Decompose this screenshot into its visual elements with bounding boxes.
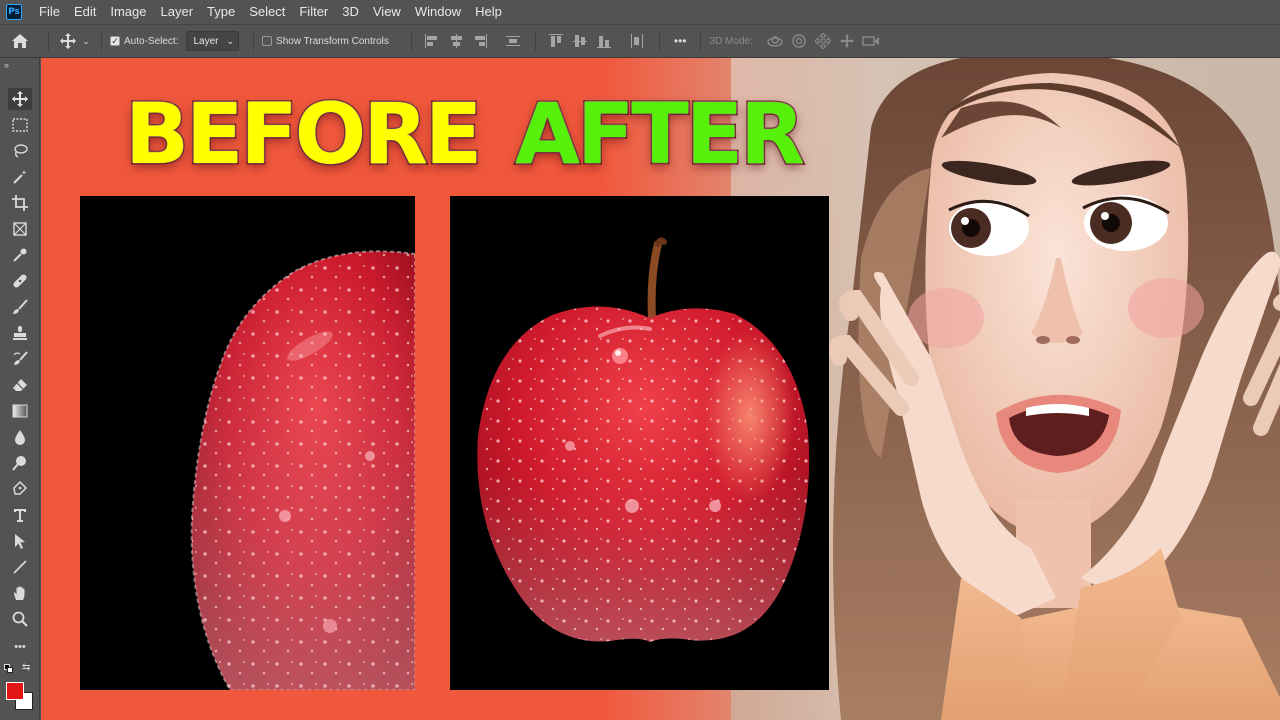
crop-icon[interactable]	[8, 192, 32, 214]
auto-select-dropdown[interactable]: Layer ⌄	[186, 31, 240, 51]
menu-help[interactable]: Help	[468, 0, 509, 24]
separator	[658, 30, 660, 52]
orbit-3d-icon[interactable]	[763, 33, 787, 49]
document-canvas[interactable]: BEFORE AFTER	[41, 58, 1280, 720]
menu-layer[interactable]: Layer	[154, 0, 201, 24]
separator	[253, 30, 255, 52]
rectangular-marquee-icon[interactable]	[8, 114, 32, 136]
pan-3d-icon[interactable]	[811, 33, 835, 49]
menu-select[interactable]: Select	[242, 0, 292, 24]
slide-3d-icon[interactable]	[835, 33, 859, 49]
chevron-down-icon[interactable]: ⌄	[79, 36, 93, 47]
collapse-panel-button[interactable]: »	[4, 60, 9, 70]
clean-apple-image	[477, 237, 810, 642]
show-transform-checkbox[interactable]	[262, 36, 273, 46]
scale-3d-icon[interactable]	[859, 34, 883, 48]
foreground-color-swatch[interactable]	[6, 682, 24, 700]
separator	[48, 30, 49, 52]
auto-select-checkbox[interactable]: ✓	[110, 36, 120, 46]
healing-brush-icon[interactable]	[8, 270, 32, 292]
align-vertical-centers-icon[interactable]	[571, 32, 589, 50]
after-image-panel	[450, 196, 829, 690]
show-transform-label: Show Transform Controls	[276, 35, 389, 47]
distribute-horizontal-icon[interactable]	[628, 32, 646, 50]
separator	[700, 30, 702, 52]
align-bottom-edges-icon[interactable]	[595, 32, 613, 50]
auto-select-label: Auto-Select:	[124, 35, 179, 47]
edit-toolbar-button[interactable]: •••	[8, 636, 32, 658]
dodge-icon[interactable]	[8, 452, 32, 474]
swap-colors-icon[interactable]: ⇆	[22, 662, 30, 673]
home-icon[interactable]	[0, 33, 40, 49]
gradient-icon[interactable]	[8, 400, 32, 422]
pen-icon[interactable]	[8, 478, 32, 500]
menu-filter[interactable]: Filter	[292, 0, 335, 24]
separator	[534, 30, 536, 52]
before-image-panel	[80, 196, 415, 690]
menu-file[interactable]: File	[32, 0, 67, 24]
photoshop-logo-icon[interactable]: Ps	[6, 4, 22, 20]
move-tool-icon[interactable]	[57, 33, 79, 49]
move-tool-icon[interactable]	[8, 88, 32, 110]
align-right-edges-icon[interactable]	[471, 32, 489, 50]
align-horizontal-centers-icon[interactable]	[447, 32, 465, 50]
photoshop-window: Ps File Edit Image Layer Type Select Fil…	[0, 0, 1280, 720]
color-swatches: ⇆	[4, 662, 38, 714]
menu-view[interactable]: View	[366, 0, 408, 24]
lasso-icon[interactable]	[8, 140, 32, 162]
3d-mode-label: 3D Mode:	[709, 35, 753, 47]
eraser-icon[interactable]	[8, 374, 32, 396]
clone-stamp-icon[interactable]	[8, 322, 32, 344]
magic-wand-icon[interactable]	[8, 166, 32, 188]
menu-type[interactable]: Type	[200, 0, 242, 24]
history-brush-icon[interactable]	[8, 348, 32, 370]
zoom-icon[interactable]	[8, 608, 32, 630]
menu-edit[interactable]: Edit	[67, 0, 103, 24]
after-heading: AFTER	[514, 85, 807, 183]
separator	[101, 30, 102, 52]
menu-3d[interactable]: 3D	[335, 0, 366, 24]
before-heading: BEFORE	[123, 85, 483, 183]
menu-window[interactable]: Window	[408, 0, 468, 24]
frame-icon[interactable]	[8, 218, 32, 240]
type-tool-icon[interactable]	[8, 504, 32, 526]
surprised-woman-image	[828, 58, 1280, 720]
path-selection-icon[interactable]	[8, 530, 32, 552]
align-top-edges-icon[interactable]	[547, 32, 565, 50]
roll-3d-icon[interactable]	[787, 33, 811, 49]
brush-icon[interactable]	[8, 296, 32, 318]
line-tool-icon[interactable]	[8, 556, 32, 578]
default-colors-icon[interactable]	[4, 664, 14, 674]
separator	[410, 30, 412, 52]
tools-panel: » ••• ⇆	[0, 58, 40, 720]
align-left-edges-icon[interactable]	[423, 32, 441, 50]
auto-select-value: Layer	[193, 35, 219, 47]
options-bar: ⌄ ✓ Auto-Select: Layer ⌄ Show Transform …	[0, 24, 1280, 58]
blur-icon[interactable]	[8, 426, 32, 448]
distribute-vertical-icon[interactable]	[504, 32, 522, 50]
hand-icon[interactable]	[8, 582, 32, 604]
pixelated-apple-image	[190, 250, 415, 690]
menu-image[interactable]: Image	[103, 0, 153, 24]
eyedropper-icon[interactable]	[8, 244, 32, 266]
chevron-down-icon: ⌄	[226, 35, 235, 46]
menu-bar: Ps File Edit Image Layer Type Select Fil…	[0, 0, 1280, 24]
more-options-button[interactable]: •••	[674, 34, 687, 48]
